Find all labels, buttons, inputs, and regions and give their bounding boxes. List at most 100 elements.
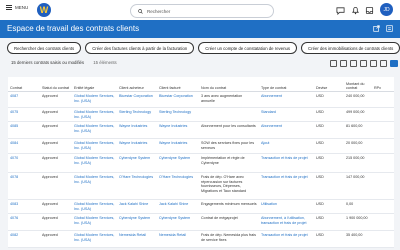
export-icon[interactable] bbox=[373, 25, 380, 32]
contract-id-link[interactable]: 4076 bbox=[8, 213, 40, 232]
buyer-link[interactable]: Jack Kalahi Shine bbox=[117, 199, 157, 215]
buyer-link[interactable]: Wayne Industries bbox=[117, 121, 157, 140]
menu-button[interactable]: MENU bbox=[6, 5, 28, 10]
rpx-cell bbox=[372, 172, 394, 201]
list-title: 15 derniers contrats saisis ou modifiés bbox=[11, 60, 85, 65]
inbox-icon[interactable] bbox=[364, 5, 374, 15]
column-header[interactable]: Type de contrat bbox=[259, 77, 314, 92]
table-row: 4070 Approved Global Modern Services, In… bbox=[8, 153, 394, 174]
avatar[interactable]: JD bbox=[380, 3, 393, 16]
column-header[interactable]: RPx bbox=[372, 77, 394, 92]
billed-customer-link[interactable]: Jack Kalahi Shine bbox=[157, 199, 199, 215]
column-header[interactable]: Devise bbox=[314, 77, 344, 92]
table-view-icon[interactable] bbox=[390, 60, 398, 67]
chat-icon[interactable] bbox=[335, 5, 345, 15]
contract-id-link[interactable]: 4070 bbox=[8, 153, 40, 174]
notifications-icon[interactable] bbox=[350, 5, 360, 15]
columns-icon[interactable] bbox=[360, 60, 367, 67]
rpx-cell bbox=[372, 138, 394, 155]
table-row: 4078 Approved Global Modern Services, In… bbox=[8, 172, 394, 201]
column-header[interactable]: Entité légale bbox=[72, 77, 117, 92]
sort-icon[interactable] bbox=[350, 60, 357, 67]
buyer-link[interactable]: Wayne Industries bbox=[117, 138, 157, 155]
settings-icon[interactable] bbox=[386, 25, 393, 32]
buyer-link[interactable]: Bluestar Corporation bbox=[117, 91, 157, 108]
list-header: 15 derniers contrats saisis ou modifiés … bbox=[11, 60, 117, 65]
rpx-cell bbox=[372, 91, 394, 108]
legal-entity-link[interactable]: Global Modern Services, Inc. (USA) bbox=[72, 121, 117, 140]
contract-type-link[interactable]: Abonnement bbox=[259, 121, 314, 140]
legal-entity-link[interactable]: Global Modern Services, Inc. (USA) bbox=[72, 213, 117, 232]
buyer-link[interactable]: Sterling Technology bbox=[117, 107, 157, 123]
billed-customer-link[interactable]: Wayne Industries bbox=[157, 121, 199, 140]
column-header[interactable]: Client acheteur bbox=[117, 77, 157, 92]
contract-id-link[interactable]: 4083 bbox=[8, 199, 40, 215]
legal-entity-link[interactable]: Global Modern Services, Inc. (USA) bbox=[72, 230, 117, 249]
currency: USD bbox=[314, 138, 344, 155]
create-assets-button[interactable]: Créer des immobilisations de contrats cl… bbox=[301, 42, 400, 54]
billed-customer-link[interactable]: Wayne Industries bbox=[157, 138, 199, 155]
grid-view-icon[interactable] bbox=[380, 60, 387, 67]
billed-customer-link[interactable]: Nemesida Retail bbox=[157, 230, 199, 249]
legal-entity-link[interactable]: Global Modern Services, Inc. (USA) bbox=[72, 91, 117, 108]
buyer-link[interactable]: O'Hare Technologies bbox=[117, 172, 157, 201]
export-excel-icon[interactable] bbox=[330, 60, 337, 67]
fullscreen-icon[interactable] bbox=[370, 60, 377, 67]
billed-customer-link[interactable]: Cyberdyne System bbox=[157, 153, 199, 174]
search-icon bbox=[138, 8, 143, 14]
contract-id-link[interactable]: 4084 bbox=[8, 138, 40, 155]
filter-icon[interactable] bbox=[340, 60, 347, 67]
contract-id-link[interactable]: 4082 bbox=[8, 230, 40, 249]
contract-type-link[interactable]: Transaction et frais de projet bbox=[259, 153, 314, 174]
legal-entity-link[interactable]: Global Modern Services, Inc. (USA) bbox=[72, 107, 117, 123]
create-invoices-button[interactable]: Créer des factures clients à partir de l… bbox=[85, 42, 195, 54]
billed-customer-link[interactable]: Sterling Technology bbox=[157, 107, 199, 123]
contract-type-link[interactable]: Ajout bbox=[259, 138, 314, 155]
currency: USD bbox=[314, 172, 344, 201]
table-row: 4085 Approved Global Modern Services, In… bbox=[8, 121, 394, 140]
legal-entity-link[interactable]: Global Modern Services, Inc. (USA) bbox=[72, 199, 117, 215]
contract-type-link[interactable]: Transaction et frais de projet bbox=[259, 172, 314, 201]
column-header[interactable]: Contrat bbox=[8, 77, 40, 92]
contract-id-link[interactable]: 4085 bbox=[8, 121, 40, 140]
legal-entity-link[interactable]: Global Modern Services, Inc. (USA) bbox=[72, 172, 117, 201]
contract-amount: 215 000,00 bbox=[344, 153, 372, 174]
contract-amount: 35 400,00 bbox=[344, 230, 372, 249]
contract-type-link[interactable]: Utilisation bbox=[259, 199, 314, 215]
legal-entity-link[interactable]: Global Modern Services, Inc. (USA) bbox=[72, 153, 117, 174]
contract-status: Approved bbox=[40, 121, 72, 140]
billed-customer-link[interactable]: O'Hare Technologies bbox=[157, 172, 199, 201]
contract-amount: 81 600,00 bbox=[344, 121, 372, 140]
contract-amount: 1 900 000,00 bbox=[344, 213, 372, 232]
billed-customer-link[interactable]: Cyberdyne System bbox=[157, 213, 199, 232]
contract-type-link[interactable]: Abonnement bbox=[259, 91, 314, 108]
contract-status: Approved bbox=[40, 230, 72, 249]
table-toolbar bbox=[330, 60, 398, 67]
contract-id-link[interactable]: 4075 bbox=[8, 107, 40, 123]
contract-amount: 0,00 bbox=[344, 199, 372, 215]
column-header[interactable]: Client facturé bbox=[157, 77, 199, 92]
currency: USD bbox=[314, 213, 344, 232]
column-header[interactable]: Nom du contrat bbox=[199, 77, 259, 92]
table-row: 4084 Approved Global Modern Services, In… bbox=[8, 138, 394, 155]
contract-id-link[interactable]: 4087 bbox=[8, 91, 40, 108]
workday-logo[interactable]: W bbox=[37, 3, 51, 17]
column-header[interactable]: Statut du contrat bbox=[40, 77, 72, 92]
buyer-link[interactable]: Cyberdyne System bbox=[117, 213, 157, 232]
contract-status: Approved bbox=[40, 91, 72, 108]
currency: USD bbox=[314, 121, 344, 140]
contract-type-link[interactable]: Transaction et frais de projet bbox=[259, 230, 314, 249]
column-header[interactable]: Montant du contrat bbox=[344, 77, 372, 92]
buyer-link[interactable]: Cyberdyne System bbox=[117, 153, 157, 174]
create-revenue-account-button[interactable]: Créer un compte de constatation de reven… bbox=[198, 42, 298, 54]
billed-customer-link[interactable]: Bluestar Corporation bbox=[157, 91, 199, 108]
contract-amount: 20 000,00 bbox=[344, 138, 372, 155]
contract-type-link[interactable]: Abonnement, à l'utilisation, transaction… bbox=[259, 213, 314, 232]
search-contracts-button[interactable]: Rechercher des contrats clients bbox=[7, 42, 82, 54]
legal-entity-link[interactable]: Global Modern Services, Inc. (USA) bbox=[72, 138, 117, 155]
contract-type-link[interactable]: Standard bbox=[259, 107, 314, 123]
search-input[interactable]: Rechercher bbox=[130, 4, 274, 18]
buyer-link[interactable]: Nemesida Retail bbox=[117, 230, 157, 249]
contract-id-link[interactable]: 4078 bbox=[8, 172, 40, 201]
table-row: 4087 Approved Global Modern Services, In… bbox=[8, 91, 394, 108]
